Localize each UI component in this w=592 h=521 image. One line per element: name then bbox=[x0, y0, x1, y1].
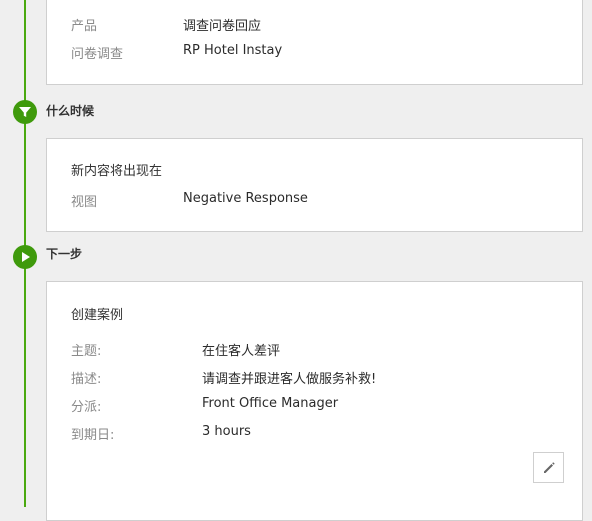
when-card-title: 新内容将出现在 bbox=[71, 164, 163, 179]
due-date-value: 3 hours bbox=[202, 424, 251, 439]
subject-label: 主题: bbox=[71, 344, 102, 359]
assign-value: Front Office Manager bbox=[202, 396, 339, 411]
due-date-label: 到期日: bbox=[71, 428, 115, 443]
survey-value: RP Hotel Instay bbox=[183, 43, 283, 58]
product-label: 产品 bbox=[71, 19, 98, 34]
edit-button[interactable] bbox=[533, 452, 564, 483]
trigger-details-card: 产品 调查问卷回应 问卷调查 RP Hotel Instay bbox=[46, 0, 583, 85]
view-label: 视图 bbox=[71, 195, 98, 210]
play-icon bbox=[13, 245, 37, 269]
assign-label: 分派: bbox=[71, 400, 102, 415]
survey-label: 问卷调查 bbox=[71, 47, 124, 62]
filter-icon bbox=[13, 100, 37, 124]
description-value: 请调查并跟进客人做服务补救! bbox=[202, 372, 377, 387]
description-label: 描述: bbox=[71, 372, 102, 387]
create-case-card: 创建案例 主题: 在住客人差评 描述: 请调查并跟进客人做服务补救! 分派: F… bbox=[46, 281, 583, 521]
subject-value: 在住客人差评 bbox=[202, 344, 281, 359]
when-step-label: 什么时候 bbox=[46, 104, 95, 118]
view-value: Negative Response bbox=[183, 191, 308, 206]
next-step-label: 下一步 bbox=[46, 247, 83, 261]
create-case-title: 创建案例 bbox=[71, 308, 124, 323]
when-card: 新内容将出现在 视图 Negative Response bbox=[46, 138, 583, 232]
product-value: 调查问卷回应 bbox=[183, 19, 262, 34]
pencil-icon bbox=[543, 461, 555, 473]
